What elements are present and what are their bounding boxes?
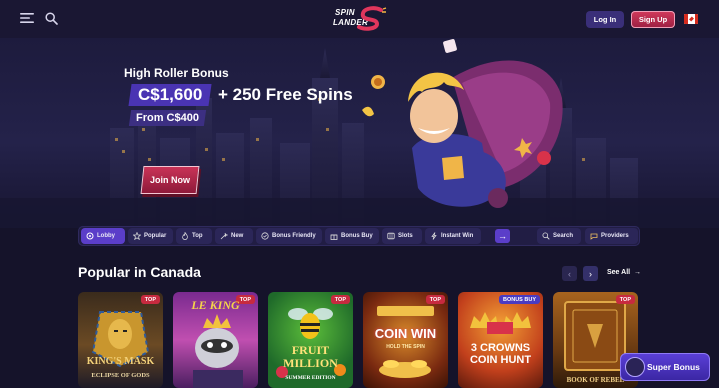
super-bonus-button[interactable]: Super Bonus [620,353,710,381]
super-bonus-label: Super Bonus [647,362,700,372]
game-title: COIN WIN [374,326,437,341]
tab-popular[interactable]: Popular [128,228,173,244]
game-title: KING'S MASK [86,356,155,367]
game-tile-kings-mask[interactable]: TOP KING'S MASK ECLIPSE OF GODS [78,292,163,388]
bonus-icon [261,232,269,240]
lobby-icon [86,232,94,240]
tab-bonus-friendly-label: Bonus Friendly [272,233,316,239]
star-icon [133,232,141,240]
tab-instant-win[interactable]: Instant Win [425,228,481,244]
badge-top: TOP [330,295,350,304]
join-now-label: Join Now [150,175,190,185]
game-tile-3-crowns[interactable]: BONUS BUY 3 CROWNS COIN HUNT [458,292,543,388]
canada-flag-icon[interactable] [684,14,698,24]
superhero-mascot-illustration [362,39,563,208]
signup-button[interactable]: Sign Up [631,11,675,28]
tab-slots-label: Slots [398,233,413,239]
game-tile-fruit-million[interactable]: TOP FRUIT MILLION SUMMER EDITION [268,292,353,388]
carousel-prev-button[interactable]: ‹ [562,266,577,281]
tab-top-label: Top [192,233,203,239]
page: SPIN LANDER Log In Sign Up High Roller B… [0,0,719,388]
tab-bonus-buy[interactable]: Bonus Buy [325,228,379,244]
tab-popular-label: Popular [144,233,167,239]
category-nav: Lobby Popular Top New Bonus Friendly Bon… [78,226,640,246]
hero-banner[interactable]: High Roller Bonus C$1,600 + 250 Free Spi… [0,38,719,228]
sparkle-icon [220,232,228,240]
game-subtitle: ECLIPSE OF GODS [91,372,150,379]
logo-text-spin: SPIN [335,8,355,17]
tab-lobby[interactable]: Lobby [81,228,125,244]
tab-instant-win-label: Instant Win [441,233,474,239]
join-now-button[interactable]: Join Now [140,166,200,194]
section-title-popular: Popular in Canada [78,264,201,280]
tab-slots[interactable]: Slots [382,228,422,244]
login-button[interactable]: Log In [586,11,624,28]
tab-lobby-label: Lobby [97,233,115,239]
tab-providers[interactable]: Providers [585,228,638,244]
tab-new-label: New [231,233,244,239]
tab-top[interactable]: Top [176,228,212,244]
see-all-label: See All [607,269,631,276]
game-tile-le-king[interactable]: TOP LE KING [173,292,258,388]
promo-eyebrow: High Roller Bonus [124,66,229,80]
game-subtitle: SUMMER EDITION [285,375,336,381]
promo-from-box: From C$400 [128,110,207,126]
game-title: 3 CROWNS COIN HUNT [469,342,532,366]
game-tile-coin-win[interactable]: TOP COIN WIN HOLD THE SPIN [363,292,448,388]
bee-illustration [276,308,346,378]
gift-icon [330,234,338,240]
badge-top: TOP [615,295,635,304]
badge-top: TOP [140,295,160,304]
tab-bonus-friendly[interactable]: Bonus Friendly [256,228,322,244]
promo-free-spins: + 250 Free Spins [210,84,360,106]
promo-free-spins-text: + 250 Free Spins [218,85,353,104]
search-icon[interactable] [45,12,58,25]
game-subtitle: HOLD THE SPIN [386,344,425,350]
crowns-illustration [470,312,531,334]
tab-providers-label: Providers [601,233,629,239]
flame-icon [182,232,188,240]
logo-s-icon [357,6,387,31]
more-categories-arrow-icon[interactable]: → [495,229,510,243]
tab-new[interactable]: New [215,228,253,244]
badge-bonus-buy: BONUS BUY [498,295,540,304]
providers-icon [590,233,598,240]
search-icon [542,232,550,240]
tab-search[interactable]: Search [537,228,581,244]
spinlander-logo[interactable]: SPIN LANDER [331,6,389,32]
game-title: LE KING [191,298,240,312]
menu-icon[interactable] [20,12,34,24]
promo-amount: C$1,600 [138,85,203,104]
carousel-next-button[interactable]: › [583,266,598,281]
promo-amount-box: C$1,600 [128,84,212,106]
slot-icon [387,232,395,240]
tab-bonus-buy-label: Bonus Buy [341,233,373,239]
mascot-avatar-icon [625,357,645,377]
badge-top: TOP [425,295,445,304]
game-title: FRUIT MILLION [283,343,338,370]
see-all-link[interactable]: See All → [607,269,641,276]
arrow-right-icon: → [632,269,641,276]
lightning-icon [431,232,437,240]
promo-from-text: From C$400 [136,112,199,124]
top-bar: SPIN LANDER Log In Sign Up [0,0,719,38]
tab-search-label: Search [553,233,574,239]
